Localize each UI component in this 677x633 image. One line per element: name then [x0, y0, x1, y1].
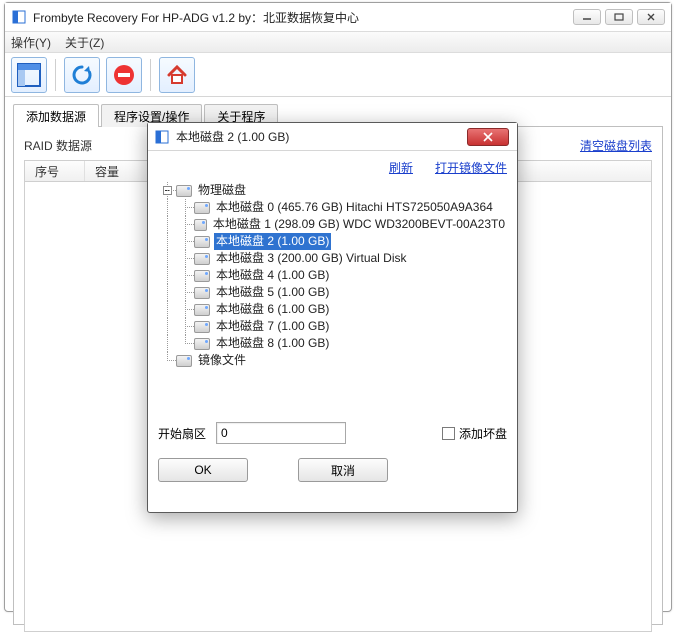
close-icon — [482, 132, 494, 142]
disk-tree[interactable]: 物理磁盘 本地磁盘 0 (465.76 GB) Hitachi HTS72505… — [158, 180, 507, 408]
dialog-title: 本地磁盘 2 (1.00 GB) — [176, 128, 467, 145]
tree-disk-6[interactable]: 本地磁盘 6 (1.00 GB) — [158, 301, 507, 318]
tree-disk-8[interactable]: 本地磁盘 8 (1.00 GB) — [158, 335, 507, 352]
start-sector-input[interactable] — [216, 422, 346, 444]
refresh-icon — [70, 63, 94, 87]
close-button[interactable] — [637, 9, 665, 25]
toolbar — [5, 53, 671, 97]
disk-icon — [194, 270, 210, 282]
collapse-icon[interactable] — [163, 186, 172, 195]
title-bar: Frombyte Recovery For HP-ADG v1.2 by：北亚数… — [5, 3, 671, 31]
home-icon — [165, 63, 189, 87]
dialog-body: 刷新 打开镜像文件 物理磁盘 本地磁盘 0 (465.76 GB) Hitach… — [148, 150, 517, 492]
tree-image-files[interactable]: 镜像文件 — [158, 352, 507, 369]
stop-button[interactable] — [106, 57, 142, 93]
add-bad-checkbox[interactable]: 添加坏盘 — [442, 425, 507, 442]
window-controls — [573, 9, 665, 25]
tree-disk-0[interactable]: 本地磁盘 0 (465.76 GB) Hitachi HTS725050A9A3… — [158, 199, 507, 216]
dialog-links: 刷新 打开镜像文件 — [158, 159, 507, 176]
clear-disk-list-link[interactable]: 清空磁盘列表 — [580, 137, 652, 154]
dialog-buttons: OK 取消 — [158, 458, 507, 482]
toolbar-separator — [55, 59, 56, 91]
tree-disk-5[interactable]: 本地磁盘 5 (1.00 GB) — [158, 284, 507, 301]
start-sector-label: 开始扇区 — [158, 425, 206, 442]
disk-icon — [194, 202, 210, 214]
tree-disk-1[interactable]: 本地磁盘 1 (298.09 GB) WDC WD3200BEVT-00A23T… — [158, 216, 507, 233]
tree-disk-2[interactable]: 本地磁盘 2 (1.00 GB) — [158, 233, 507, 250]
ok-button[interactable]: OK — [158, 458, 248, 482]
disk-icon — [194, 304, 210, 316]
refresh-button[interactable] — [64, 57, 100, 93]
open-image-link[interactable]: 打开镜像文件 — [435, 159, 507, 176]
app-icon — [154, 129, 170, 145]
tree-disk-3[interactable]: 本地磁盘 3 (200.00 GB) Virtual Disk — [158, 250, 507, 267]
pane-title: RAID 数据源 — [24, 137, 92, 154]
disk-icon — [194, 253, 210, 265]
start-sector-row: 开始扇区 添加坏盘 — [158, 422, 507, 444]
layout-icon — [17, 63, 41, 87]
app-icon — [11, 9, 27, 25]
col-num[interactable]: 序号 — [25, 161, 85, 181]
tree-physical-disks[interactable]: 物理磁盘 — [158, 182, 507, 199]
tab-add-source[interactable]: 添加数据源 — [13, 104, 99, 127]
menu-bar: 操作(Y) 关于(Z) — [5, 31, 671, 53]
stop-icon — [112, 63, 136, 87]
dialog-title-bar: 本地磁盘 2 (1.00 GB) — [148, 123, 517, 150]
disk-icon — [176, 355, 192, 367]
cancel-button[interactable]: 取消 — [298, 458, 388, 482]
layout-button[interactable] — [11, 57, 47, 93]
menu-about[interactable]: 关于(Z) — [65, 34, 104, 51]
disk-icon — [194, 236, 210, 248]
disk-icon — [194, 338, 210, 350]
disk-icon — [194, 321, 210, 333]
tree-disk-7[interactable]: 本地磁盘 7 (1.00 GB) — [158, 318, 507, 335]
checkbox-icon — [442, 427, 455, 440]
dialog-close-button[interactable] — [467, 128, 509, 146]
tree-disk-4[interactable]: 本地磁盘 4 (1.00 GB) — [158, 267, 507, 284]
toolbar-separator — [150, 59, 151, 91]
disk-icon — [194, 287, 210, 299]
maximize-button[interactable] — [605, 9, 633, 25]
disk-dialog: 本地磁盘 2 (1.00 GB) 刷新 打开镜像文件 物理磁盘 本地磁盘 0 (… — [147, 122, 518, 513]
window-title: Frombyte Recovery For HP-ADG v1.2 by：北亚数… — [33, 9, 573, 26]
menu-action[interactable]: 操作(Y) — [11, 34, 51, 51]
minimize-button[interactable] — [573, 9, 601, 25]
disk-icon — [176, 185, 192, 197]
home-button[interactable] — [159, 57, 195, 93]
refresh-link[interactable]: 刷新 — [389, 159, 413, 176]
disk-icon — [194, 219, 207, 231]
